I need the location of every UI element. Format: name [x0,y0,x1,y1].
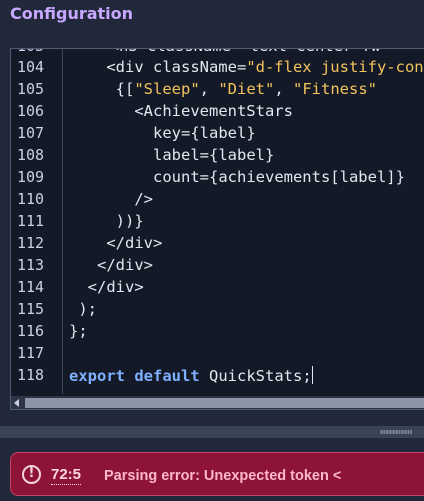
line-number: 106 [17,102,45,120]
code-token: , [199,80,219,98]
line-number: 118 [17,366,45,384]
code-line: count={achievements[label]} [69,168,405,190]
code-token: {[ [115,80,135,98]
horizontal-scrollbar[interactable] [11,396,424,409]
code-token: count={achievements[label]} [153,168,405,186]
code-line: }; [69,322,88,344]
line-number: 113 [17,256,45,274]
line-number: 114 [17,278,45,296]
code-line: </div> [69,278,144,300]
line-number: 115 [17,300,45,318]
line-number: 112 [17,234,45,252]
line-number: 104 [17,58,45,76]
code-editor[interactable]: 103 104105106107108109110111112113114115… [10,48,424,410]
line-number: 109 [17,168,45,186]
code-text-area[interactable]: <h3 className="text-center fw <div class… [63,49,424,394]
resize-splitter[interactable] [0,426,424,438]
code-line: key={label} [69,124,256,146]
code-token: ))} [115,212,144,230]
code-line: ))} [69,212,144,234]
code-line: </div> [69,256,153,278]
code-token: <AchievementStars [134,102,293,120]
code-token: </div> [97,256,153,274]
code-line: ); [69,300,97,322]
code-line: <AchievementStars [69,102,293,124]
code-string: "d-flex justify-content" [246,58,424,76]
code-line: <div className="d-flex justify-content" [69,58,424,80]
error-message-text: Parsing error: Unexpected token < [104,468,342,484]
panel-title: Configuration [10,4,134,23]
code-line: </div> [69,234,162,256]
code-token: QuickStats; [199,367,312,385]
code-token: ); [78,300,98,318]
code-line: export default QuickStats; [69,366,313,388]
code-line: {["Sleep", "Diet", "Fitness" [69,80,377,102]
code-keyword: export [69,367,125,385]
code-line: label={label} [69,146,274,168]
scroll-left-arrow-icon[interactable] [14,399,19,407]
code-token: label={label} [153,146,275,164]
line-number: 111 [17,212,45,230]
code-string: "Diet" [218,80,275,98]
line-number: 105 [17,80,45,98]
exclamation-glyph: ! [28,466,35,481]
code-token: , [274,80,294,98]
line-number: 107 [17,124,45,142]
code-string: "Sleep" [134,80,200,98]
code-line: /> [69,190,153,212]
line-number-gutter: 103 104105106107108109110111112113114115… [11,49,63,394]
code-token: </div> [106,234,163,252]
error-message-bar: ! 72:5 Parsing error: Unexpected token < [10,452,424,496]
scrollbar-thumb[interactable] [25,398,424,408]
code-token: key={label} [153,124,256,142]
text-cursor [311,366,313,384]
drag-handle-icon[interactable] [380,430,412,434]
code-keyword: default [134,367,200,385]
line-number: 110 [17,190,45,208]
exclamation-circle-icon: ! [22,465,41,484]
code-token: <div className= [106,58,247,76]
code-token: </div> [87,278,144,296]
panel-header: Configuration [0,0,424,36]
line-number: 108 [17,146,45,164]
code-string: "Fitness" [293,80,378,98]
line-number: 117 [17,344,45,362]
code-token: }; [69,322,88,340]
error-location-link[interactable]: 72:5 [51,466,82,485]
code-token: /> [134,190,153,208]
line-number: 116 [17,322,45,340]
